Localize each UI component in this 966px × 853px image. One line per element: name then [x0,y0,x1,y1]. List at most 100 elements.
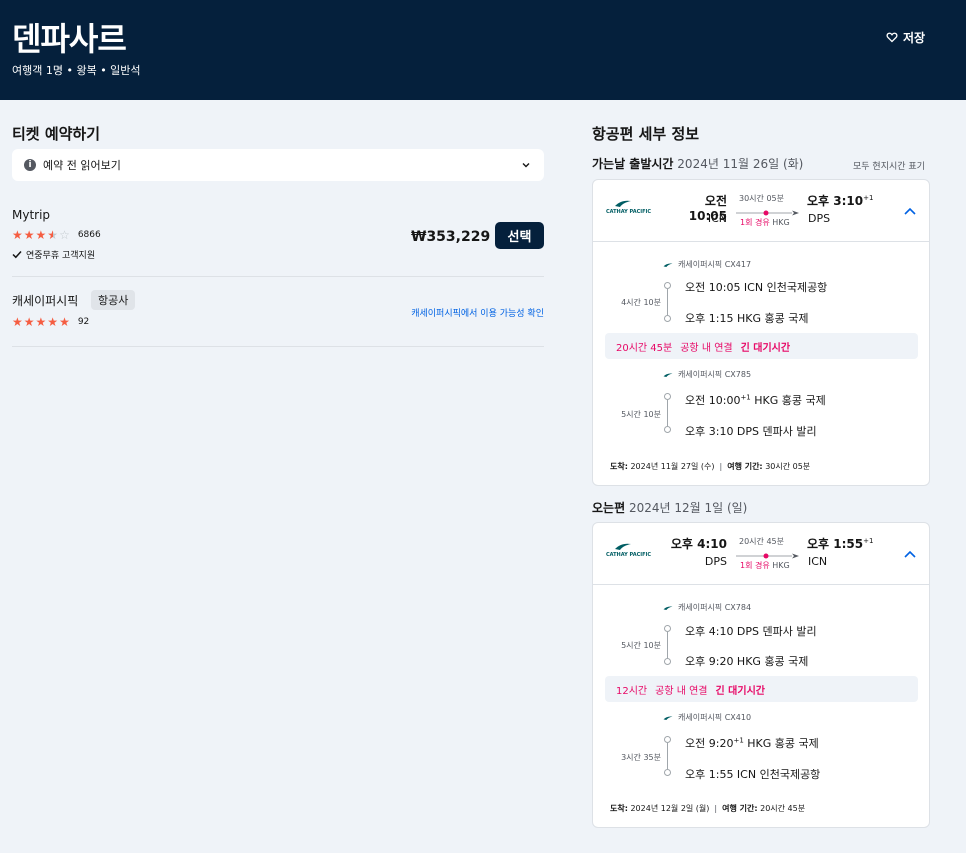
via-airport: HKG [772,218,790,227]
outbound-summary[interactable]: CATHAY PACIFIC 오전 10:05 ICN 30시간 05분 1회 … [593,180,929,242]
segment-arrival: 오후 9:20 HKG 홍콩 국제 [685,655,809,668]
arrival-airport: ICN [808,555,828,568]
route-line [736,210,799,216]
segment-carrier: 캐세이퍼시픽 CX784 [663,602,751,613]
segment-carrier: 캐세이퍼시픽 CX410 [663,712,751,723]
cathay-logo-text: CATHAY PACIFIC [606,552,652,558]
segment-timeline [663,625,673,665]
segment-timeline [663,282,673,322]
rating-stars: ★ ★ ★ ★ ☆ 6866 [12,229,104,241]
outbound-heading: 가는날 출발시간 [592,157,674,171]
departure-time-text: 오전 10:00 [685,394,741,407]
segment-departure: 오전 10:00+1 HKG 홍콩 국제 [685,392,826,408]
outbound-card: CATHAY PACIFIC 오전 10:05 ICN 30시간 05분 1회 … [592,179,930,486]
rating-stars: ★ ★ ★ ★ ★ 92 [12,315,93,329]
day-offset: +1 [863,537,874,545]
segment-departure: 오후 4:10 DPS 덴파사 발리 [685,625,817,638]
cathay-logo-text: CATHAY PACIFIC [606,209,652,215]
timeline-dot [664,426,671,433]
chevron-up-icon[interactable] [903,206,917,216]
info-icon: i [24,159,36,171]
segment-arrival: 오후 1:55 ICN 인천국제공항 [685,768,821,781]
cathay-logo: CATHAY PACIFIC [606,543,652,559]
day-offset: +1 [740,393,751,402]
cathay-brush-icon [663,262,673,267]
layover-duration: 12시간 [616,685,648,697]
check-icon [12,250,22,259]
cathay-brush-icon [615,200,631,207]
departure-airport-text: HKG 홍콩 국제 [747,737,819,750]
segment-flight-number: 캐세이퍼시픽 CX784 [678,603,752,612]
save-button[interactable]: 저장 [886,28,925,46]
page-header: 덴파사르 여행객 1명 • 왕복 • 일반석 저장 [0,0,966,100]
arrive-label: 도착: [610,462,628,471]
segment-timeline [663,393,673,433]
outbound-label: 가는날 출발시간 2024년 11월 26일 (화) [592,155,803,172]
timeline-line [667,289,668,315]
departure-airport: DPS [704,555,727,568]
destination-title: 덴파사르 [12,20,127,58]
trip-summary: 여행객 1명 • 왕복 • 일반석 [12,64,141,77]
arrival-airport: DPS [808,212,831,225]
layover-banner: 20시간 45분 공항 내 연결 긴 대기시간 [605,333,918,359]
star-icon: ★ [59,315,70,329]
inbound-heading: 오는편 [592,501,626,515]
day-offset: +1 [863,194,874,202]
layover-banner: 12시간 공항 내 연결 긴 대기시간 [605,676,918,702]
support-info: 연중무휴 고객지원 [12,248,95,261]
total-label: 여행 기간: [722,804,758,813]
check-availability-link[interactable]: 캐세이퍼시픽에서 이용 가능성 확인 [411,306,544,319]
flight-details-title: 항공편 세부 정보 [592,125,700,143]
arrival-summary: 도착: 2024년 12월 2일 (월) | 여행 기간: 20시간 45분 [610,804,806,813]
timeline-dot [664,282,671,289]
segment-departure: 오전 10:05 ICN 인천국제공항 [685,281,828,294]
star-icon: ★ [12,315,23,329]
read-before-booking-accordion[interactable]: i 예약 전 읽어보기 [12,149,544,181]
layover-type: 공항 내 연결 [680,342,733,354]
via-airport: HKG [772,561,790,570]
timeline-line [667,743,668,769]
arrival-time-text: 오후 1:55 [807,537,864,551]
segment-departure: 오전 9:20+1 HKG 홍콩 국제 [685,735,819,751]
segment-duration: 3시간 35분 [621,753,661,762]
star-icon: ★ [12,228,23,242]
star-icon: ★ [23,228,35,242]
timezone-note: 모두 현지시간 표기 [853,162,925,172]
timeline-dot [664,315,671,322]
timeline-dot [664,658,671,665]
inbound-summary[interactable]: CATHAY PACIFIC 오후 4:10 DPS 20시간 45분 1회 경… [593,523,929,585]
layover-type: 공항 내 연결 [655,685,708,697]
stops-info: 1회 경유 HKG [740,217,790,228]
chevron-up-icon[interactable] [903,549,917,559]
arrival-time: 오후 1:55+1 [807,535,873,552]
inbound-label: 오는편 2024년 12월 1일 (일) [592,499,747,516]
star-icon: ★ [47,315,59,329]
star-icon: ★ [35,315,47,329]
segment-duration: 5시간 10분 [621,410,661,419]
timeline-dot [664,769,671,776]
heart-icon [886,32,898,43]
cathay-brush-icon [615,543,631,550]
day-offset: +1 [733,736,744,745]
cathay-logo: CATHAY PACIFIC [606,200,652,216]
price: ₩353,229 [411,229,491,245]
route-line [736,553,799,559]
timeline-dot [664,625,671,632]
cathay-brush-icon [663,372,673,377]
segment-arrival: 오후 3:10 DPS 덴파사 발리 [685,425,817,438]
total-duration: 20시간 45분 [739,537,784,546]
layover-warning: 긴 대기시간 [740,342,791,354]
total-duration: 30시간 05분 [739,194,784,203]
segment-flight-number: 캐세이퍼시픽 CX785 [678,370,752,379]
vendor-row: Mytrip ★ ★ ★ ★ ☆ 6866 연중무휴 고객지원 ₩353,229 선택 [12,200,544,277]
departure-airport: ICN [707,212,727,225]
airline-badge: 항공사 [91,290,136,310]
booking-title: 티켓 예약하기 [12,125,101,143]
segment-carrier: 캐세이퍼시픽 CX417 [663,259,751,270]
select-button[interactable]: 선택 [495,222,544,249]
arrive-label: 도착: [610,804,628,813]
total-duration-text: 30시간 05분 [765,462,811,471]
star-empty-icon: ☆ [59,228,70,242]
arrival-airport-text: HKG 홍콩 국제 [736,312,809,325]
star-icon: ★ [35,228,47,242]
